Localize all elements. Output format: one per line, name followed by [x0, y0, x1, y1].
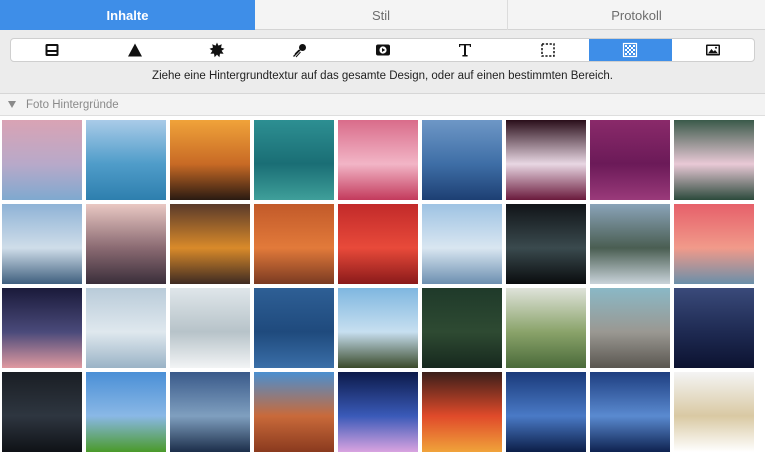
video-play-icon: [375, 44, 390, 56]
comet-icon: [293, 44, 306, 58]
thumbnail-green-hill-blue-sky[interactable]: [86, 372, 166, 452]
layout-block-icon: [45, 44, 59, 56]
thumbnail-pumpkins-wood[interactable]: [170, 204, 250, 284]
thumbnail-ocean-horizon-blue[interactable]: [86, 120, 166, 200]
tool-selector: [10, 38, 755, 62]
thumbnail-galaxy-sky-blue[interactable]: [590, 372, 670, 452]
thumbnail-pebble-beach[interactable]: [590, 288, 670, 368]
tool-selection-button[interactable]: [506, 39, 589, 61]
texture-pattern-icon: [623, 42, 638, 58]
tool-strip: Ziehe eine Hintergrundtextur auf das ges…: [0, 30, 765, 94]
thumbnail-sunset-sea-pastel[interactable]: [2, 120, 82, 200]
tool-text-button[interactable]: [424, 39, 507, 61]
hint-text: Ziehe eine Hintergrundtextur auf das ges…: [152, 70, 613, 82]
thumbnail-orange-pumpkins-pile[interactable]: [254, 204, 334, 284]
thumbnail-white-dahlia-flower[interactable]: [506, 120, 586, 200]
thumbnail-deep-blue-sea[interactable]: [254, 288, 334, 368]
tab-protokoll[interactable]: Protokoll: [508, 0, 765, 30]
dashed-selection-icon: [540, 43, 555, 57]
thumbnail-city-skyline-dusk[interactable]: [86, 204, 166, 284]
tool-photo-button[interactable]: [672, 39, 755, 61]
thumbnail-orange-sunset-silhouette[interactable]: [170, 120, 250, 200]
tab-stil[interactable]: Stil: [255, 0, 508, 30]
tool-shape-button[interactable]: [94, 39, 177, 61]
thumbnail-pine-forest-aerial[interactable]: [422, 288, 502, 368]
tool-comet-button[interactable]: [259, 39, 342, 61]
tool-texture-button[interactable]: [588, 39, 672, 61]
thumbnail-red-apples[interactable]: [338, 204, 418, 284]
thumbnail-pale-sky-clouds[interactable]: [86, 288, 166, 368]
text-tool-icon: [459, 44, 472, 57]
tool-layout-button[interactable]: [11, 39, 94, 61]
thumbnail-fireworks-night[interactable]: [338, 372, 418, 452]
thumbnail-turquoise-water-aerial[interactable]: [254, 120, 334, 200]
thumbnail-pink-water-lily[interactable]: [674, 120, 754, 200]
tab-bar: Inhalte Stil Protokoll: [0, 0, 765, 30]
thumbnail-white-daisy-closeup[interactable]: [674, 372, 754, 452]
thumbnail-palm-trees-sky[interactable]: [338, 288, 418, 368]
thumbnail-dandelion-meadow[interactable]: [506, 288, 586, 368]
thumbnail-grid: [0, 118, 765, 454]
thumbnail-milky-way-blue[interactable]: [506, 372, 586, 452]
triangle-shape-icon: [127, 43, 142, 57]
thumbnail-cupcakes-sprinkles[interactable]: [338, 120, 418, 200]
thumbnail-red-phone-booth-lights[interactable]: [422, 372, 502, 452]
thumbnail-canyon-hoodoos[interactable]: [254, 372, 334, 452]
thumbnail-calm-sea-twilight[interactable]: [170, 372, 250, 452]
tool-video-button[interactable]: [341, 39, 424, 61]
thumbnail-golden-gate-fog[interactable]: [422, 204, 502, 284]
thumbnail-night-mountain-silhouette[interactable]: [674, 288, 754, 368]
thumbnail-concert-lights-dark[interactable]: [506, 204, 586, 284]
thumbnail-blue-mountain-layers[interactable]: [422, 120, 502, 200]
disclosure-triangle-icon[interactable]: [8, 101, 16, 108]
thumbnail-pink-sunset-sea[interactable]: [674, 204, 754, 284]
section-header-foto-hintergruende[interactable]: Foto Hintergründe: [0, 94, 765, 116]
tab-inhalte[interactable]: Inhalte: [0, 0, 255, 30]
section-title: Foto Hintergründe: [26, 98, 119, 111]
starburst-icon: [209, 42, 225, 58]
photo-icon: [705, 44, 720, 56]
thumbnail-snowy-mountain-clouds[interactable]: [2, 204, 82, 284]
tool-starburst-button[interactable]: [176, 39, 259, 61]
thumbnail-misty-mountain-forest[interactable]: [590, 204, 670, 284]
thumbnail-star-trails-night[interactable]: [2, 372, 82, 452]
thumbnail-purple-lavender-field[interactable]: [590, 120, 670, 200]
thumbnail-frosted-forest[interactable]: [170, 288, 250, 368]
thumbnail-purple-dusk-horizon[interactable]: [2, 288, 82, 368]
